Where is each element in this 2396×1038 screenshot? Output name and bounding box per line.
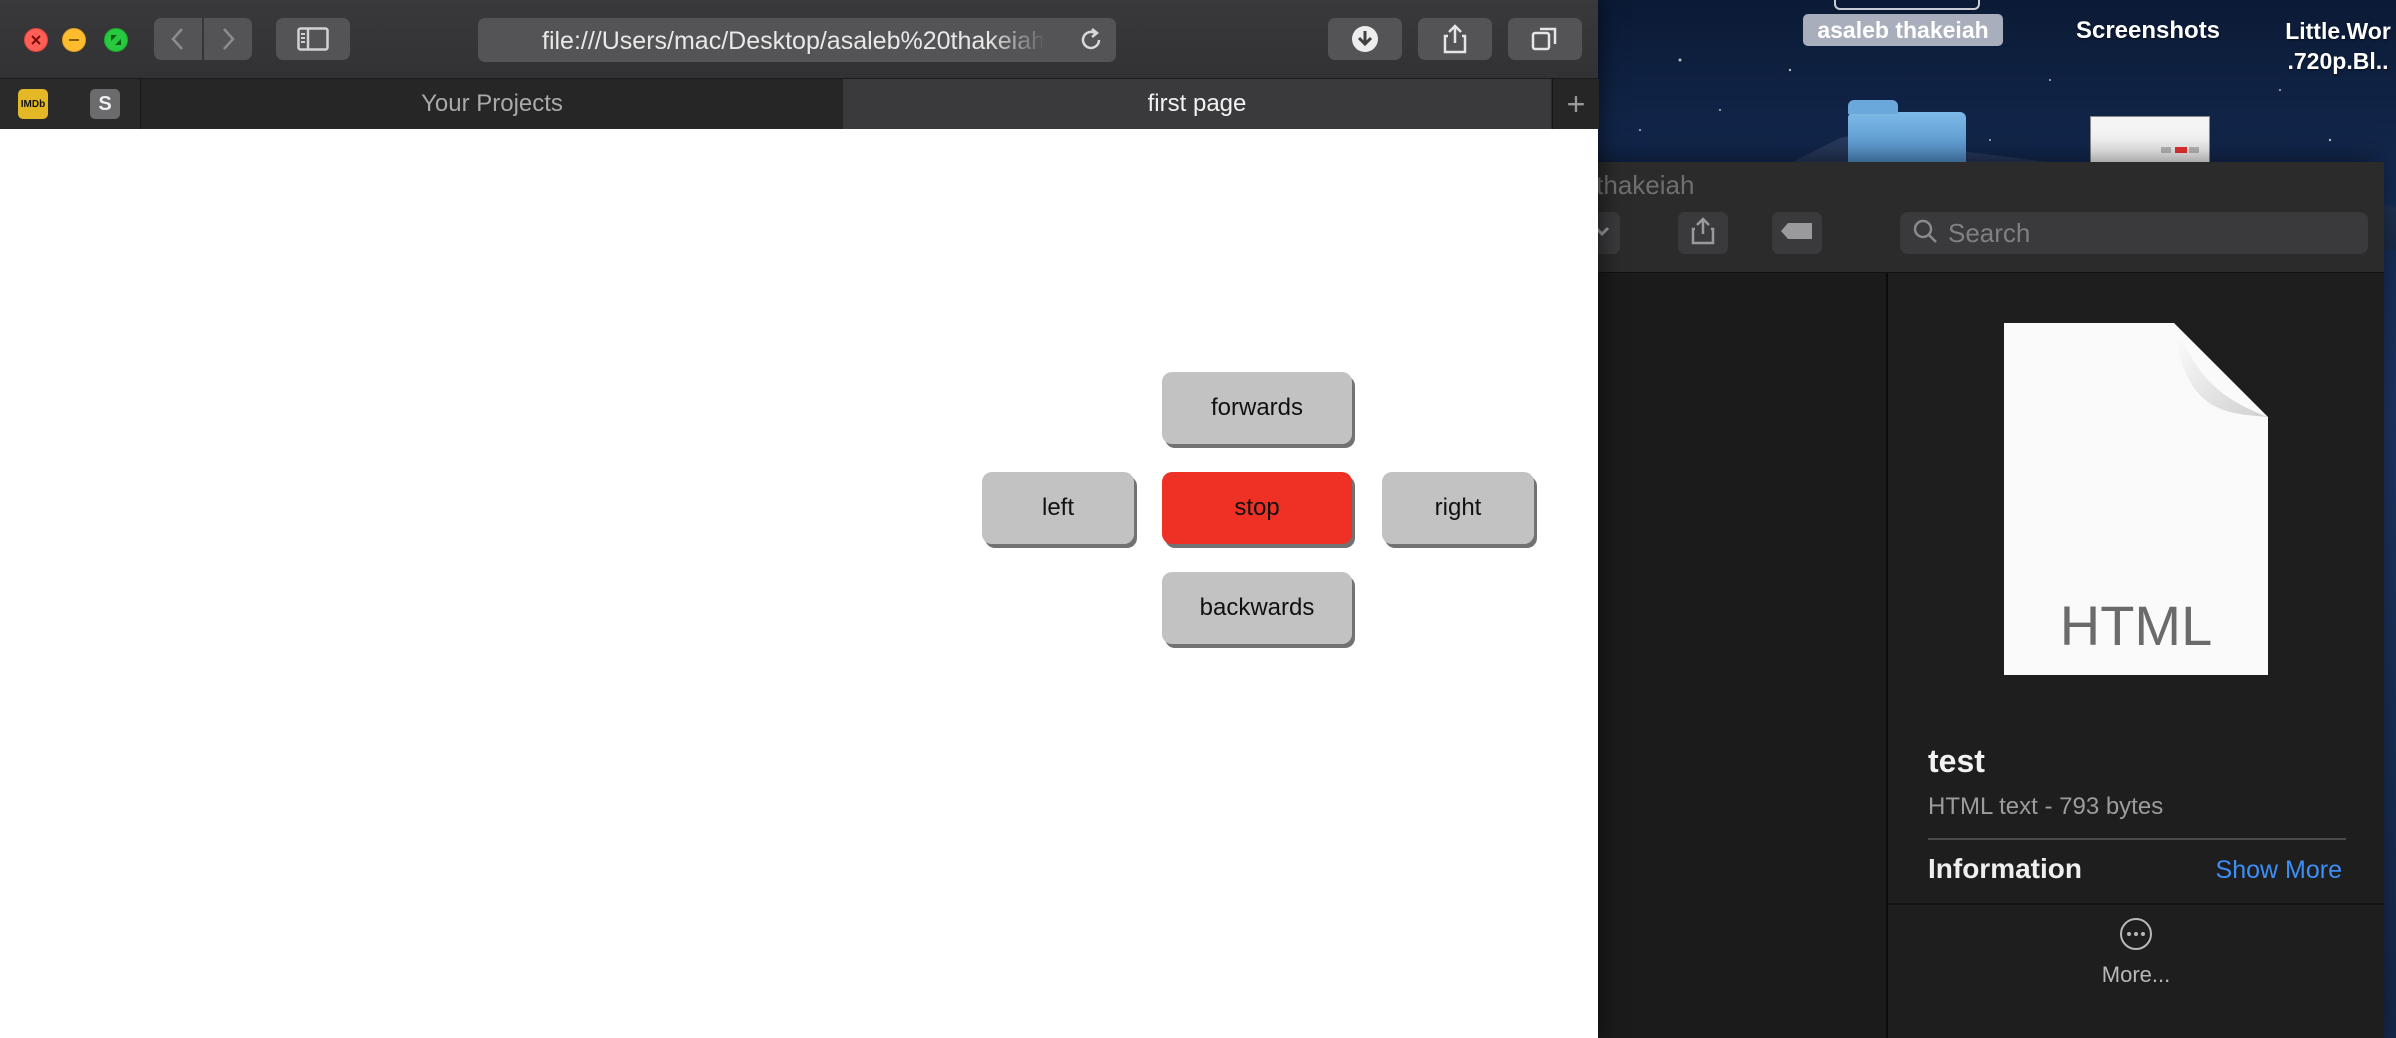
- new-tab-button[interactable]: +: [1552, 79, 1599, 129]
- page-content: forwards left stop right backwards: [0, 129, 1598, 1038]
- zoom-window-button[interactable]: [104, 28, 128, 52]
- chevron-right-icon: [223, 28, 235, 50]
- sidebar-icon: [297, 27, 329, 51]
- share-button[interactable]: [1678, 212, 1728, 254]
- backwards-button[interactable]: backwards: [1162, 572, 1352, 644]
- tab-your-projects[interactable]: Your Projects: [140, 79, 844, 129]
- desktop-screenshots-label[interactable]: Screenshots: [2058, 16, 2238, 46]
- browser-toolbar: file:///Users/mac/Desktop/asaleb%20thake…: [0, 0, 1598, 78]
- right-button[interactable]: right: [1382, 472, 1534, 544]
- folder-icon[interactable]: [1848, 100, 1966, 166]
- more-button[interactable]: More...: [2086, 917, 2186, 1007]
- forward-button[interactable]: [204, 18, 252, 60]
- minimize-window-button[interactable]: [62, 28, 86, 52]
- tag-icon: [1780, 221, 1814, 246]
- favorite-s[interactable]: S: [90, 89, 120, 119]
- reload-icon[interactable]: [1078, 27, 1104, 58]
- video-label-line2: .720p.Bl..: [2287, 48, 2389, 74]
- tab-bar: IMDb S Your Projects first page +: [0, 78, 1599, 130]
- search-icon: [1912, 218, 1938, 249]
- more-label: More...: [2101, 962, 2171, 987]
- finder-search-field[interactable]: [1900, 212, 2368, 254]
- favorite-imdb[interactable]: IMDb: [18, 89, 48, 119]
- selected-icon-edge: [1834, 0, 1980, 10]
- share-icon: [1690, 216, 1716, 250]
- share-icon: [1443, 24, 1467, 54]
- chevron-left-icon: [171, 28, 183, 50]
- preview-file-kind: HTML text - 793 bytes: [1928, 793, 2164, 820]
- tag-button[interactable]: [1772, 212, 1822, 254]
- desktop-folder-label[interactable]: asaleb thakeiah: [1803, 14, 2003, 46]
- ellipsis-circle-icon: [2119, 918, 2153, 955]
- tab-first-page[interactable]: first page: [843, 79, 1551, 129]
- finder-file-list[interactable]: [1560, 273, 1888, 1038]
- downloads-button[interactable]: [1328, 18, 1402, 60]
- file-type-label: HTML: [2059, 594, 2213, 657]
- more-divider: [1888, 903, 2384, 905]
- search-input[interactable]: [1946, 216, 2350, 250]
- address-bar[interactable]: file:///Users/mac/Desktop/asaleb%20thake…: [478, 18, 1116, 62]
- left-button[interactable]: left: [982, 472, 1134, 544]
- desktop-video-label[interactable]: Little.Wor .720p.Bl..: [2268, 16, 2396, 76]
- tabs-overview-icon: [1531, 27, 1557, 51]
- stop-button[interactable]: stop: [1162, 472, 1352, 544]
- close-icon: [31, 35, 41, 45]
- tab-overview-button[interactable]: [1508, 18, 1582, 60]
- finder-toolbar: eb thakeiah: [1560, 162, 2384, 273]
- close-window-button[interactable]: [24, 28, 48, 52]
- browser-window: file:///Users/mac/Desktop/asaleb%20thake…: [0, 0, 1599, 1038]
- share-page-button[interactable]: [1418, 18, 1492, 60]
- address-fade: [988, 18, 1048, 62]
- info-divider: [1928, 838, 2346, 840]
- minimize-icon: [69, 39, 79, 41]
- video-label-line1: Little.Wor: [2285, 18, 2391, 44]
- information-heading: Information: [1928, 853, 2082, 884]
- address-url: file:///Users/mac/Desktop/asaleb%20thake…: [542, 27, 1042, 55]
- fullscreen-icon: [111, 35, 121, 45]
- finder-window: eb thakeiah Search HTML test HTML text -…: [1560, 162, 2384, 1038]
- download-icon: [1352, 26, 1378, 52]
- finder-preview-pane: HTML test HTML text - 793 bytes Informat…: [1888, 273, 2384, 1038]
- back-button[interactable]: [154, 18, 202, 60]
- preview-file-name: test: [1928, 743, 1985, 779]
- sidebar-toggle-button[interactable]: [276, 18, 350, 60]
- show-more-link[interactable]: Show More: [2216, 856, 2342, 885]
- forwards-button[interactable]: forwards: [1162, 372, 1352, 444]
